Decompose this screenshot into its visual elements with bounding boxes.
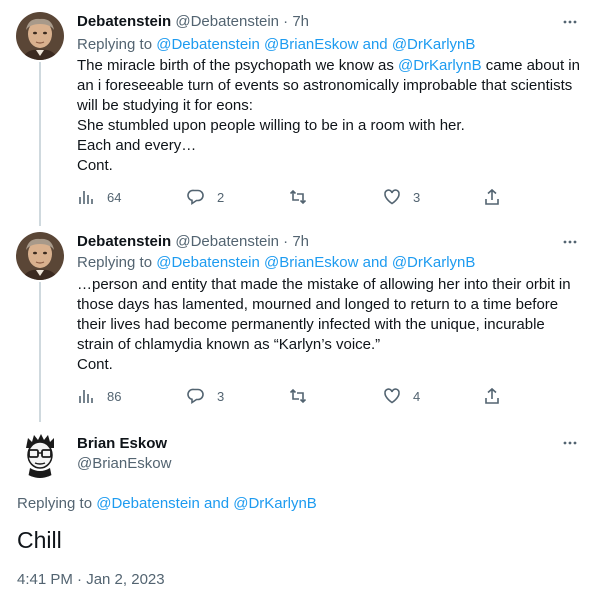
separator: · [283, 233, 289, 250]
avatar[interactable] [16, 232, 64, 280]
avatar[interactable] [16, 430, 64, 478]
views-button[interactable]: 64 [77, 188, 121, 206]
tweet-timestamp[interactable]: 4:41 PM · Jan 2, 2023 [17, 570, 165, 590]
replying-to: Replying to @Debatenstein and @DrKarlynB [17, 494, 317, 514]
author-handle[interactable]: @BrianEskow [77, 454, 171, 474]
replying-mentions[interactable]: @Debatenstein @BrianEskow [156, 36, 358, 53]
tweet-text: Chill [17, 527, 62, 553]
author-name[interactable]: Debatenstein [77, 13, 171, 30]
retweet-button[interactable] [289, 387, 319, 405]
like-icon [384, 388, 400, 404]
text-line: will be studying it for eons: [77, 97, 253, 114]
like-button[interactable]: 3 [383, 188, 420, 206]
replying-and[interactable]: and [363, 254, 388, 271]
replying-last[interactable]: @DrKarlynB [392, 36, 476, 53]
more-icon[interactable] [561, 434, 579, 452]
text-line: The miracle birth of the psychopath we k… [77, 57, 580, 74]
replying-prefix: Replying to [17, 495, 93, 512]
more-icon[interactable] [561, 13, 579, 31]
replying-to: Replying to @Debatenstein @BrianEskow an… [77, 253, 475, 273]
author-name[interactable]: Debatenstein [77, 233, 171, 250]
reply-count: 3 [217, 388, 225, 404]
reply-button[interactable]: 2 [187, 188, 224, 206]
author-handle[interactable]: @Debatenstein [175, 233, 279, 250]
tweet-time[interactable]: 7h [292, 233, 309, 250]
avatar[interactable] [16, 12, 64, 60]
reply-icon [187, 388, 204, 404]
action-bar: 64 2 3 [77, 188, 507, 208]
text-line: their lives had become permanently infec… [77, 316, 545, 333]
replying-last[interactable]: @DrKarlynB [233, 495, 317, 512]
views-button[interactable]: 86 [77, 387, 121, 405]
views-count: 64 [107, 189, 122, 205]
share-icon [485, 387, 499, 404]
tweet-text: …person and entity that made the mistake… [77, 275, 582, 375]
like-count: 3 [413, 189, 421, 205]
tweet-header: Debatenstein @Debatenstein · 7h [77, 12, 309, 32]
text-line: an i foreseeable turn of events so astro… [77, 77, 573, 94]
more-icon[interactable] [561, 233, 579, 251]
separator: · [283, 13, 289, 30]
like-count: 4 [413, 388, 421, 404]
tweet-text: The miracle birth of the psychopath we k… [77, 56, 582, 176]
reply-button[interactable]: 3 [187, 387, 224, 405]
tweet-2[interactable]: Debatenstein @Debatenstein · 7h Replying… [0, 222, 597, 422]
replying-prefix: Replying to [77, 254, 153, 271]
text-line: She stumbled upon people willing to be i… [77, 117, 465, 134]
like-icon [384, 189, 400, 205]
replying-and[interactable]: and [363, 36, 388, 53]
reply-icon [187, 189, 204, 205]
like-button[interactable]: 4 [383, 387, 420, 405]
replying-and[interactable]: and [204, 495, 229, 512]
author-handle[interactable]: @Debatenstein [175, 13, 279, 30]
text-line: Each and every… [77, 137, 197, 154]
text-line: those days has lamented, mourned and lon… [77, 296, 559, 313]
replying-mentions[interactable]: @Debatenstein @BrianEskow [156, 254, 358, 271]
share-icon [485, 188, 499, 205]
text-line: Cont. [77, 157, 113, 174]
share-button[interactable] [483, 387, 501, 405]
tweet-1[interactable]: Debatenstein @Debatenstein · 7h Replying… [0, 0, 597, 222]
mention-link[interactable]: @DrKarlynB [398, 57, 482, 74]
views-count: 86 [107, 388, 122, 404]
retweet-button[interactable] [289, 188, 319, 206]
reply-count: 2 [217, 189, 225, 205]
views-icon [79, 191, 93, 204]
action-bar: 86 3 4 [77, 387, 507, 407]
retweet-icon [289, 189, 307, 205]
retweet-icon [289, 388, 307, 404]
tweet-time[interactable]: 7h [292, 13, 309, 30]
replying-to: Replying to @Debatenstein @BrianEskow an… [77, 35, 475, 55]
author-name[interactable]: Brian Eskow [77, 434, 167, 454]
share-button[interactable] [483, 188, 501, 206]
replying-first[interactable]: @Debatenstein [96, 495, 200, 512]
tweet-header: Debatenstein @Debatenstein · 7h [77, 232, 309, 252]
text-line: strain of chlamydia known as “Karlyn’s v… [77, 336, 381, 353]
replying-prefix: Replying to [77, 36, 153, 53]
text-line: Cont. [77, 356, 113, 373]
text-line: …person and entity that made the mistake… [77, 276, 571, 293]
replying-last[interactable]: @DrKarlynB [392, 254, 476, 271]
views-icon [79, 390, 93, 403]
